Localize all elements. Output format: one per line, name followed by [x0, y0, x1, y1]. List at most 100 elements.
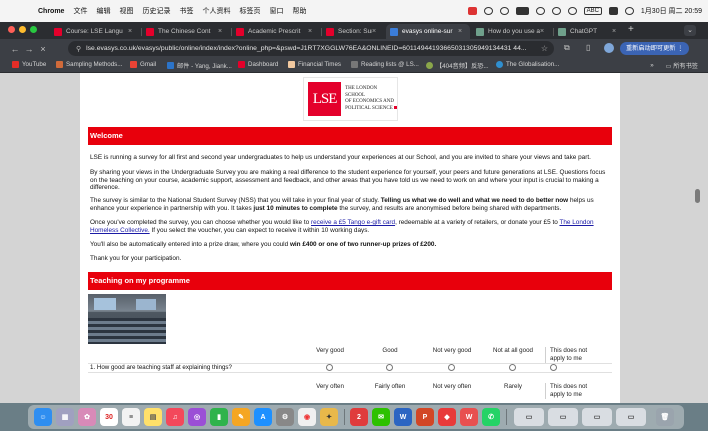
wifi-icon[interactable]: [551, 7, 561, 15]
clock[interactable]: 1月30日 周二 20:59: [641, 6, 702, 16]
q1-not-at-all-good-radio[interactable]: [509, 364, 516, 371]
recording-icon[interactable]: [467, 7, 477, 15]
music-status-icon[interactable]: [499, 7, 509, 15]
q1-very-good-radio[interactable]: [326, 364, 333, 371]
siri-icon[interactable]: [624, 7, 634, 15]
vpn-app-icon[interactable]: ✦: [320, 408, 338, 426]
close-window-button[interactable]: [8, 26, 15, 33]
bluetooth-icon[interactable]: [535, 7, 545, 15]
pdf-icon[interactable]: ◆: [438, 408, 456, 426]
close-icon[interactable]: ×: [540, 28, 548, 35]
bookmark-star-icon[interactable]: ☆: [541, 44, 548, 53]
zoom-window-button[interactable]: [30, 26, 37, 33]
page-scrollbar[interactable]: [695, 77, 700, 399]
bookmark-mail[interactable]: 邮件 - Yang, Jiank...: [167, 61, 232, 70]
reading-list-icon: [351, 61, 358, 68]
tab-chatgpt[interactable]: ChatGPT ×: [554, 24, 624, 39]
wechat-status-icon[interactable]: [483, 7, 493, 15]
address-bar[interactable]: ⚲ lse.evasys.co.uk/evasys/public/online/…: [68, 41, 554, 56]
podcasts-icon[interactable]: ◎: [188, 408, 206, 426]
app-icon[interactable]: 2: [350, 408, 368, 426]
scrollbar-thumb[interactable]: [695, 189, 700, 203]
control-center-icon[interactable]: [608, 7, 618, 15]
bookmark-404-audio[interactable]: 【404音频】反恐...: [426, 61, 489, 70]
menu-help[interactable]: 帮助: [292, 6, 306, 16]
notes-icon[interactable]: ▤: [144, 408, 162, 426]
menu-profiles[interactable]: 个人资料: [202, 6, 230, 16]
tab-label: Academic Prescrit: [248, 28, 301, 35]
wps-icon[interactable]: W: [460, 408, 478, 426]
wechat-icon[interactable]: ✉: [372, 408, 390, 426]
bookmark-reading-lists[interactable]: Reading lists @ LS...: [351, 61, 419, 68]
word-icon[interactable]: W: [394, 408, 412, 426]
recent-window-thumbnail[interactable]: ▭: [582, 408, 612, 426]
profile-avatar[interactable]: [604, 43, 614, 53]
chrome-icon[interactable]: ◉: [298, 408, 316, 426]
relaunch-to-update-button[interactable]: 重新启动即可更新 ⋮: [620, 42, 690, 55]
close-icon[interactable]: ×: [128, 28, 136, 35]
tab-search-button[interactable]: ⌄: [684, 25, 696, 36]
powerpoint-icon[interactable]: P: [416, 408, 434, 426]
recent-window-thumbnail[interactable]: ▭: [548, 408, 578, 426]
music-icon[interactable]: ♫: [166, 408, 184, 426]
bookmark-dashboard[interactable]: Dashboard: [238, 61, 278, 68]
tab-label: evasys online-sur: [402, 28, 453, 35]
tab-lse-language[interactable]: Course: LSE Langu ×: [50, 24, 140, 39]
battery-icon[interactable]: [515, 7, 529, 15]
recent-window-thumbnail[interactable]: ▭: [514, 408, 544, 426]
e-gift-card-link[interactable]: receive a £5 Tango e-gift card: [311, 219, 395, 226]
close-icon[interactable]: ×: [308, 28, 316, 35]
menu-file[interactable]: 文件: [73, 6, 87, 16]
q1-not-very-good-radio[interactable]: [448, 364, 455, 371]
close-icon[interactable]: ×: [458, 28, 466, 35]
app-store-icon[interactable]: A: [254, 408, 272, 426]
trash-icon[interactable]: 🗑: [656, 408, 674, 426]
q1-good-radio[interactable]: [386, 364, 393, 371]
bookmark-label: Sampling Methods...: [66, 61, 123, 68]
menu-tab[interactable]: 标签页: [239, 6, 260, 16]
tab-section-summative[interactable]: Section: Summatil ×: [322, 24, 384, 39]
new-tab-button[interactable]: +: [628, 24, 634, 35]
bookmark-youtube[interactable]: YouTube: [12, 61, 46, 68]
bookmark-financial-times[interactable]: Financial Times: [288, 61, 341, 68]
calendar-icon[interactable]: 30: [100, 408, 118, 426]
menu-view[interactable]: 视图: [119, 6, 133, 16]
launchpad-icon[interactable]: ▦: [56, 408, 74, 426]
menu-window[interactable]: 窗口: [269, 6, 283, 16]
more-bookmarks-chevron-icon[interactable]: »: [650, 62, 653, 69]
bookmark-gmail[interactable]: Gmail: [130, 61, 156, 68]
forward-button[interactable]: →: [22, 44, 36, 54]
recent-window-thumbnail[interactable]: ▭: [616, 408, 646, 426]
all-bookmarks-folder[interactable]: ▭ 所有书签: [666, 61, 698, 70]
pages-icon[interactable]: ✎: [232, 408, 250, 426]
bookmark-sampling-methods[interactable]: Sampling Methods...: [56, 61, 122, 68]
side-panel-icon[interactable]: ▯: [586, 43, 590, 52]
bookmark-globalisation[interactable]: The Globalisation...: [496, 61, 559, 68]
menu-history[interactable]: 历史记录: [142, 6, 170, 16]
minimize-window-button[interactable]: [19, 26, 26, 33]
input-method-indicator[interactable]: ABC: [583, 7, 602, 15]
tab-evasys-active[interactable]: evasys online-sur ×: [386, 24, 470, 39]
site-info-icon[interactable]: ⚲: [76, 45, 81, 53]
url-text[interactable]: lse.evasys.co.uk/evasys/public/online/in…: [86, 45, 541, 52]
search-icon[interactable]: [567, 7, 577, 15]
tab-academic-prescriptions[interactable]: Academic Prescrit ×: [232, 24, 320, 39]
q1-not-applicable-radio[interactable]: [550, 364, 557, 371]
extensions-icon[interactable]: ⧉: [564, 43, 570, 53]
back-button[interactable]: ←: [8, 44, 22, 54]
tab-chinese-context[interactable]: The Chinese Cont ×: [142, 24, 230, 39]
menu-bookmarks[interactable]: 书签: [179, 6, 193, 16]
menu-app-name[interactable]: Chrome: [38, 8, 64, 15]
whatsapp-icon[interactable]: ✆: [482, 408, 500, 426]
close-icon[interactable]: ×: [372, 28, 380, 35]
close-icon[interactable]: ×: [612, 28, 620, 35]
reminders-icon[interactable]: ≡: [122, 408, 140, 426]
tab-how-do-you-use[interactable]: How do you use a ×: [472, 24, 552, 39]
numbers-icon[interactable]: ▮: [210, 408, 228, 426]
finder-icon[interactable]: ☺: [34, 408, 52, 426]
close-icon[interactable]: ×: [218, 28, 226, 35]
menu-edit[interactable]: 编辑: [96, 6, 110, 16]
photos-icon[interactable]: ✿: [78, 408, 96, 426]
stop-loading-button[interactable]: ×: [36, 44, 50, 54]
system-settings-icon[interactable]: ⚙: [276, 408, 294, 426]
